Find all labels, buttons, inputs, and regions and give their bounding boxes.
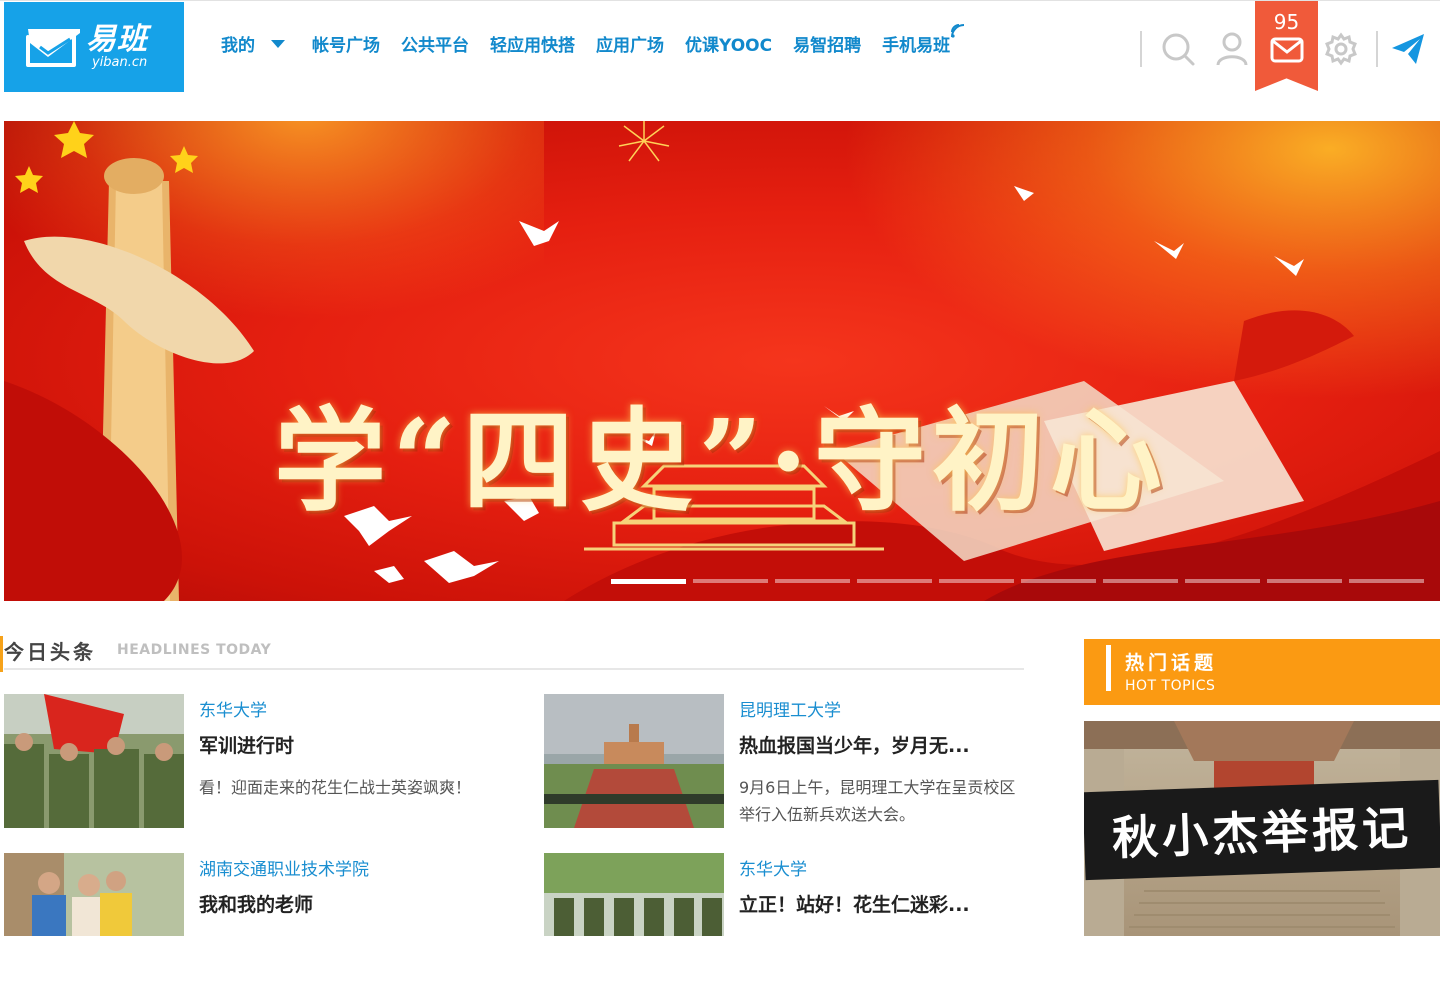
send-icon[interactable]	[1388, 29, 1428, 69]
carousel-indicators	[611, 579, 1431, 584]
news-title[interactable]: 热血报国当少年，岁月无...	[739, 731, 970, 758]
news-title[interactable]: 我和我的老师	[199, 890, 313, 917]
carousel-dot[interactable]	[775, 579, 850, 583]
carousel-dot[interactable]	[939, 579, 1014, 583]
headlines-title: 今日头条	[4, 640, 96, 664]
news-item[interactable]: 昆明理工大学 热血报国当少年，岁月无... 9月6日上午，昆明理工大学在呈贡校区…	[544, 694, 1024, 830]
mail-icon	[1270, 37, 1303, 63]
headlines-subtitle: HEADLINES TODAY	[117, 642, 272, 658]
carousel-dot[interactable]	[1185, 579, 1260, 583]
main-nav: 我的 帐号广场 公共平台 轻应用快搭 应用广场 优课YOOC 易智招聘 手机易班	[210, 24, 965, 56]
hot-topics-header: 热门话题 HOT TOPICS	[1084, 639, 1440, 705]
hero-carousel[interactable]: 学“四史”·守初心	[4, 121, 1440, 601]
carousel-dot[interactable]	[1349, 579, 1424, 583]
hot-topics-title: 热门话题	[1125, 652, 1218, 674]
logo-mark-icon	[26, 23, 82, 71]
news-school[interactable]: 东华大学	[199, 696, 267, 721]
news-thumbnail[interactable]	[544, 694, 724, 828]
news-title[interactable]: 立正！站好！花生仁迷彩...	[739, 890, 970, 917]
hot-topic-caption-banner: 秋小杰举报记	[1084, 779, 1440, 881]
carousel-dot[interactable]	[1267, 579, 1342, 583]
nav-label: 我的	[221, 36, 255, 56]
site-header: 易班 yiban.cn 我的 帐号广场 公共平台 轻应用快搭 应用广场 优课YO…	[0, 0, 1440, 92]
nav-label: 公共平台	[401, 36, 469, 56]
nav-item-yooc[interactable]: 优课YOOC	[685, 31, 772, 56]
news-description: 9月6日上午，昆明理工大学在呈贡校区举行入伍新兵欢送大会。	[739, 778, 1016, 824]
hot-topics-subtitle: HOT TOPICS	[1125, 678, 1216, 694]
news-thumbnail[interactable]	[4, 853, 184, 987]
headlines-header: 今日头条 HEADLINES TODAY	[0, 636, 1024, 672]
carousel-dot[interactable]	[1021, 579, 1096, 583]
news-thumbnail[interactable]	[4, 694, 184, 828]
logo-domain: yiban.cn	[92, 55, 148, 70]
nav-item-recruitment[interactable]: 易智招聘	[793, 31, 861, 56]
search-icon[interactable]	[1158, 29, 1198, 69]
nav-label: 优课YOOC	[685, 36, 773, 56]
mail-count-badge: 95	[1273, 10, 1300, 34]
nav-item-light-app-builder[interactable]: 轻应用快搭	[490, 31, 575, 56]
caret-down-icon	[271, 39, 285, 48]
nav-item-mine[interactable]: 我的	[221, 31, 291, 56]
divider	[1376, 31, 1378, 67]
carousel-dot[interactable]	[857, 579, 932, 583]
news-item[interactable]: 东华大学 军训进行时 看！迎面走来的花生仁战士英姿飒爽！	[4, 694, 484, 830]
news-school[interactable]: 昆明理工大学	[739, 696, 841, 721]
hot-topic-caption: 秋小杰举报记	[1111, 800, 1413, 866]
nav-item-mobile-yiban[interactable]: 手机易班	[882, 24, 965, 56]
news-thumbnail[interactable]	[544, 853, 724, 987]
yiban-logo[interactable]: 易班 yiban.cn	[4, 2, 184, 92]
user-icon[interactable]	[1212, 29, 1252, 69]
nav-label: 轻应用快搭	[490, 36, 575, 56]
wifi-icon	[951, 24, 965, 38]
nav-label: 应用广场	[596, 36, 664, 56]
news-description: 看！迎面走来的花生仁战士英姿飒爽！	[199, 778, 472, 797]
nav-label: 手机易班	[882, 36, 951, 56]
mail-button[interactable]: 95	[1255, 1, 1318, 91]
news-item[interactable]: 东华大学 立正！站好！花生仁迷彩...	[544, 853, 1024, 989]
carousel-dot[interactable]	[1103, 579, 1178, 583]
carousel-dot[interactable]	[693, 579, 768, 583]
nav-item-account-square[interactable]: 帐号广场	[312, 31, 380, 56]
gear-icon[interactable]	[1321, 29, 1361, 69]
banner-title: 学“四史”·守初心	[274, 396, 1168, 527]
header-tools: 95	[1140, 1, 1440, 93]
carousel-dot[interactable]	[611, 579, 686, 584]
nav-item-public-platform[interactable]: 公共平台	[401, 31, 469, 56]
news-item[interactable]: 湖南交通职业技术学院 我和我的老师	[4, 853, 484, 989]
news-school[interactable]: 东华大学	[739, 855, 807, 880]
news-title[interactable]: 军训进行时	[199, 731, 294, 758]
nav-label: 易智招聘	[793, 36, 862, 56]
news-school[interactable]: 湖南交通职业技术学院	[199, 855, 369, 880]
logo-name: 易班	[86, 22, 148, 57]
nav-item-app-square[interactable]: 应用广场	[596, 31, 664, 56]
divider	[1140, 31, 1142, 67]
nav-label: 帐号广场	[312, 36, 380, 56]
hot-topic-feature[interactable]: 秋小杰举报记	[1084, 721, 1440, 936]
